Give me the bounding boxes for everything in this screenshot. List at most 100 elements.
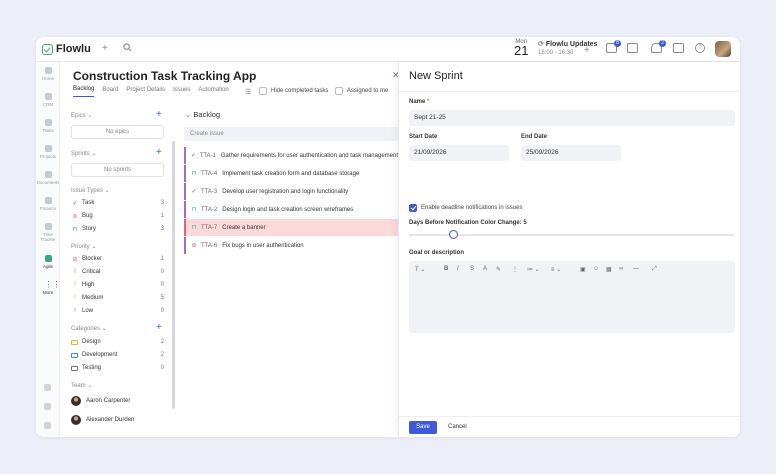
backlog-header[interactable]: ⌄ Backlog — [185, 110, 220, 119]
category-design[interactable]: Design 2 — [71, 337, 164, 347]
issue-type-bug[interactable]: ⊛ Bug 1 — [71, 211, 164, 221]
sidebar-bottom-icon[interactable] — [44, 422, 51, 429]
sidebar-item-label: Agile — [42, 264, 53, 269]
add-icon[interactable]: + — [102, 43, 108, 54]
align-icon[interactable]: ≡ ⌄ — [551, 266, 561, 273]
emoji-icon[interactable]: ☺ — [593, 266, 599, 272]
sidebar-bottom-icon[interactable] — [44, 384, 51, 391]
panel-scrollbar[interactable] — [172, 141, 175, 409]
team-member[interactable]: Alexander Durden — [71, 413, 164, 427]
list-item[interactable]: ⊓ TTA-7 Create a banner — [184, 219, 398, 236]
goal-editor[interactable]: T ⌄ B I S A ✎ ⋮ ≔ ⌄ ≡ ⌄ ▣ ☺ ▦ ∞ — ⤢ — [409, 261, 735, 333]
strikethrough-icon[interactable]: S — [470, 266, 474, 272]
tab-issues[interactable]: Issues — [173, 87, 190, 97]
sidebar-item-agile[interactable]: Agile — [36, 255, 60, 269]
add-category-button[interactable]: + — [156, 323, 162, 333]
sidebar-item-home[interactable]: Home — [36, 67, 60, 81]
filter-icon[interactable]: ☰ — [245, 88, 251, 96]
priority-high[interactable]: ! High 0 — [71, 280, 164, 290]
table-icon[interactable]: ▦ — [606, 266, 612, 273]
tasks-icon — [44, 119, 52, 126]
epics-header[interactable]: Epics ⌄ — [71, 112, 92, 119]
category-development[interactable]: Development 2 — [71, 350, 164, 360]
exclamation-icon: ! — [74, 282, 76, 288]
priority-low[interactable]: ! Low 0 — [71, 306, 164, 316]
list-icon[interactable]: ≔ ⌄ — [527, 266, 540, 273]
finance-icon — [44, 197, 52, 204]
priority-header[interactable]: Priority ⌄ — [71, 243, 96, 250]
projects-icon — [44, 145, 52, 152]
more-options-icon[interactable]: ⋮ — [512, 266, 518, 273]
tab-project-details[interactable]: Project Details — [126, 87, 165, 97]
add-event-icon[interactable]: + — [584, 45, 590, 56]
start-date-field[interactable]: 21/09/2026 — [409, 145, 509, 161]
priority-critical[interactable]: ! Critical 0 — [71, 267, 164, 277]
sidebar-item-tasks[interactable]: Tasks — [36, 119, 60, 133]
image-icon[interactable]: ▣ — [580, 266, 586, 273]
search-icon[interactable] — [123, 43, 132, 55]
divider-icon[interactable]: — — [633, 266, 639, 272]
sidebar-item-projects[interactable]: Projects — [36, 145, 60, 159]
date-day: 21 — [514, 43, 529, 58]
issue-type-story[interactable]: ⊓ Story 3 — [71, 224, 164, 234]
avatar — [71, 415, 81, 425]
tab-backlog[interactable]: Backlog — [73, 86, 95, 97]
expand-icon[interactable]: ⤢ — [652, 266, 657, 273]
cancel-button[interactable]: Cancel — [448, 421, 467, 434]
priority-blocker[interactable]: ⊘ Blocker 1 — [71, 254, 164, 264]
list-item[interactable]: ✓ TTA-3 Develop user registration and logi… — [184, 183, 398, 200]
add-sprint-button[interactable]: + — [156, 148, 162, 158]
deadline-notifications-checkbox[interactable] — [409, 204, 417, 212]
days-before-label: Days Before Notification Color Change: 5 — [409, 220, 527, 226]
agile-icon — [44, 255, 52, 262]
create-issue-input[interactable]: Create issue — [184, 127, 398, 141]
user-avatar[interactable] — [715, 41, 731, 57]
category-testing[interactable]: Testing 0 — [71, 363, 164, 373]
hide-completed-checkbox[interactable] — [259, 87, 267, 95]
save-button[interactable]: Save — [409, 421, 437, 434]
text-color-icon[interactable]: A — [483, 266, 487, 272]
days-slider-handle[interactable] — [449, 230, 458, 239]
check-icon: ✓ — [190, 153, 196, 159]
list-item[interactable]: ⊛ TTA-6 Fix bugs in user authentication — [184, 237, 398, 254]
sidebar-item-crm[interactable]: CRM — [36, 93, 60, 107]
assigned-to-me-checkbox[interactable] — [335, 87, 343, 95]
sidebar-item-finance[interactable]: Finance — [36, 197, 60, 211]
sidebar-item-label: More — [42, 290, 54, 295]
list-item[interactable]: ⊓ TTA-4 Implement task creation form and d… — [184, 165, 398, 182]
chat-icon[interactable] — [673, 43, 684, 53]
avatar — [71, 396, 81, 406]
italic-icon[interactable]: I — [457, 266, 459, 272]
brand-name: Flowlu — [56, 43, 91, 55]
link-icon[interactable]: ∞ — [619, 266, 623, 272]
calendar-date[interactable]: Mon 21 — [514, 39, 529, 58]
team-header[interactable]: Team ⌄ — [71, 382, 92, 389]
list-item[interactable]: ✓ TTA-1 Gather requirements for user authe… — [184, 147, 398, 164]
highlight-icon[interactable]: ✎ — [496, 266, 501, 273]
brand-logo[interactable]: Flowlu — [42, 43, 91, 55]
end-date-label: End Date — [521, 134, 548, 140]
help-icon[interactable]: ? — [695, 43, 705, 53]
bell-icon[interactable]: 2 — [651, 40, 666, 53]
sidebar-item-time-tracker[interactable]: Time Tracker — [36, 223, 60, 242]
tab-board[interactable]: Board — [102, 87, 118, 97]
text-style-icon[interactable]: T ⌄ — [415, 266, 425, 273]
sprints-header[interactable]: Sprints ⌄ — [71, 150, 96, 157]
inbox-icon[interactable]: 8 — [606, 40, 621, 53]
add-epic-button[interactable]: + — [156, 110, 162, 120]
priority-medium[interactable]: ! Medium 5 — [71, 293, 164, 303]
team-member[interactable]: Aaron Carpenter — [71, 394, 164, 408]
end-date-field[interactable]: 25/09/2026 — [521, 145, 621, 161]
time-tracker-icon — [44, 223, 52, 230]
issue-types-header[interactable]: Issue Types ⌄ — [71, 187, 110, 194]
tab-automation[interactable]: Automation — [198, 87, 228, 97]
issue-type-task[interactable]: ✓ Task 3 — [71, 198, 164, 208]
sprint-name-field[interactable]: Sept 21-25 — [409, 110, 735, 126]
bold-icon[interactable]: B — [444, 266, 448, 272]
list-item[interactable]: ⊓ TTA-2 Design login and task creation scr… — [184, 201, 398, 218]
sidebar-item-documents[interactable]: Documents — [36, 171, 60, 185]
categories-header[interactable]: Categories ⌄ — [71, 325, 107, 332]
sidebar-bottom-icon[interactable] — [44, 403, 51, 410]
notes-icon[interactable] — [627, 43, 638, 53]
sidebar-item-more[interactable]: ⋮⋮ More — [36, 281, 61, 296]
